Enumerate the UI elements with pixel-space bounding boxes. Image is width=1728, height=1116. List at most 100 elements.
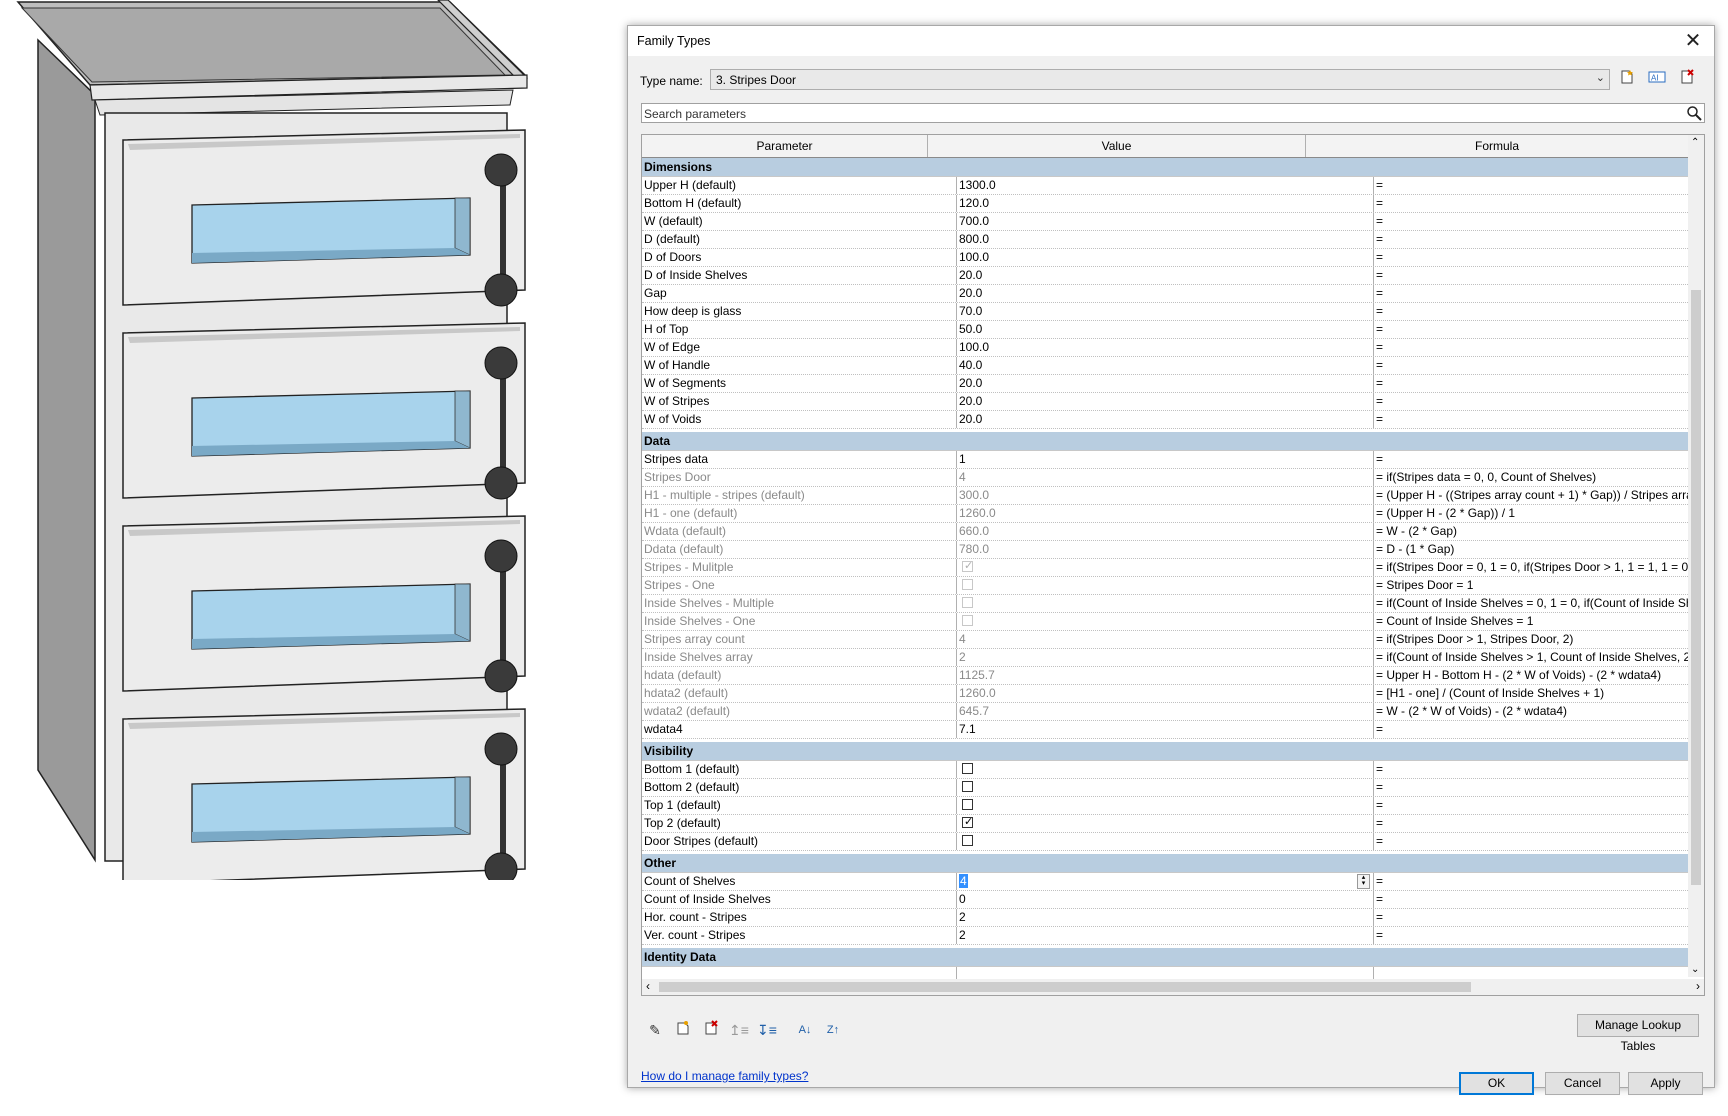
parameter-row[interactable]: Count of Shelves 4 ▴ ▾ = [642,873,1688,891]
group-header[interactable]: Identity Data [642,948,1688,967]
parameter-checkbox[interactable] [962,763,973,775]
search-icon[interactable] [1686,105,1702,121]
group-header[interactable]: Visibility [642,742,1688,761]
vertical-scrollbar[interactable]: ⌃ ⌄ [1688,135,1704,977]
parameter-row[interactable]: H of Top 50.0 = [642,321,1688,339]
column-header-parameter[interactable]: Parameter [642,135,928,157]
parameter-formula[interactable]: = [1374,761,1688,778]
new-parameter-icon[interactable] [672,1020,694,1040]
parameter-row[interactable]: D of Inside Shelves 20.0 = [642,267,1688,285]
value-edit-field[interactable]: 4 [959,874,968,888]
parameter-row[interactable]: Ver. count - Stripes 2 = [642,927,1688,945]
apply-button[interactable]: Apply [1628,1072,1703,1095]
hscroll-thumb[interactable] [659,982,1471,992]
parameter-value[interactable]: 20.0 [957,411,1374,428]
parameter-formula[interactable]: = [1374,213,1688,230]
parameter-value[interactable] [957,833,1374,850]
move-up-icon[interactable]: ↥≡ [728,1020,750,1040]
search-parameters-input[interactable]: Search parameters [641,103,1705,123]
parameter-formula[interactable]: = [1374,375,1688,392]
delete-type-icon[interactable] [1676,69,1698,91]
parameter-row[interactable]: W of Voids 20.0 = [642,411,1688,429]
manage-lookup-tables-button[interactable]: Manage Lookup Tables [1577,1014,1699,1053]
parameter-value[interactable]: 120.0 [957,195,1374,212]
parameter-formula[interactable]: = [1374,833,1688,850]
scroll-right-icon[interactable]: › [1696,979,1700,993]
parameter-row[interactable]: Ddata (default) 780.0 = D - (1 * Gap) [642,541,1688,559]
parameter-checkbox[interactable]: ✓ [962,816,973,829]
parameter-value[interactable]: 20.0 [957,267,1374,284]
parameter-row[interactable]: H1 - multiple - stripes (default) 300.0 = … [642,487,1688,505]
parameter-value[interactable] [957,797,1374,814]
parameter-formula[interactable]: = [1374,797,1688,814]
parameter-row[interactable]: Wdata (default) 660.0 = W - (2 * Gap) [642,523,1688,541]
type-name-dropdown[interactable]: 3. Stripes Door ⌄ [710,69,1610,90]
close-icon[interactable]: ✕ [1680,28,1706,54]
column-header-value[interactable]: Value [928,135,1306,157]
scroll-up-icon[interactable]: ⌃ [1691,137,1699,148]
parameter-formula[interactable]: = [1374,303,1688,320]
rename-type-icon[interactable]: AI [1646,69,1668,91]
parameter-row[interactable]: hdata (default) 1125.7 = Upper H - Bottom … [642,667,1688,685]
parameter-value[interactable]: 100.0 [957,249,1374,266]
parameter-checkbox[interactable] [962,799,973,811]
parameter-formula[interactable]: = [1374,177,1688,194]
parameter-row[interactable]: Top 2 (default) ✓ = [642,815,1688,833]
parameter-formula[interactable]: = [1374,779,1688,796]
delete-parameter-icon[interactable] [700,1020,722,1040]
parameter-value[interactable]: 1 [957,451,1374,468]
parameter-row[interactable]: wdata2 (default) 645.7 = W - (2 * W of Voi… [642,703,1688,721]
parameter-formula[interactable]: = [1374,267,1688,284]
parameter-row[interactable]: Bottom H (default) 120.0 = [642,195,1688,213]
edit-parameter-icon[interactable]: ✎ [644,1020,666,1040]
parameter-row[interactable]: D of Doors 100.0 = [642,249,1688,267]
parameter-value[interactable]: 2 [957,927,1374,944]
scroll-down-icon[interactable]: ⌄ [1691,964,1699,975]
parameter-formula[interactable]: = [1374,339,1688,356]
parameter-row[interactable]: Stripes Door 4 = if(Stripes data = 0, 0, C… [642,469,1688,487]
parameter-row[interactable]: Bottom 1 (default) = [642,761,1688,779]
scroll-left-icon[interactable]: ‹ [646,979,650,993]
column-header-formula[interactable]: Formula [1306,135,1688,157]
parameter-value[interactable]: 40.0 [957,357,1374,374]
parameter-formula[interactable]: = [1374,927,1688,944]
sort-ascending-icon[interactable]: A↓ [794,1020,816,1040]
parameter-formula[interactable]: = [1374,891,1688,908]
parameter-row[interactable]: Gap 20.0 = [642,285,1688,303]
parameter-row[interactable]: D (default) 800.0 = [642,231,1688,249]
parameter-value[interactable]: 50.0 [957,321,1374,338]
parameter-row[interactable]: Top 1 (default) = [642,797,1688,815]
parameter-formula[interactable]: = [1374,357,1688,374]
parameter-value[interactable]: 800.0 [957,231,1374,248]
parameter-row[interactable]: Inside Shelves array 2 = if(Count of Insid… [642,649,1688,667]
parameter-row[interactable]: W of Stripes 20.0 = [642,393,1688,411]
parameter-row[interactable]: wdata4 7.1 = [642,721,1688,739]
parameter-value[interactable]: 20.0 [957,375,1374,392]
parameter-formula[interactable]: = [1374,909,1688,926]
parameter-value[interactable]: 700.0 [957,213,1374,230]
parameter-row[interactable]: hdata2 (default) 1260.0 = [H1 - one] / (Co… [642,685,1688,703]
move-down-icon[interactable]: ↧≡ [756,1020,778,1040]
parameter-row[interactable]: Stripes array count 4 = if(Stripes Door > … [642,631,1688,649]
parameter-value[interactable]: 0 [957,891,1374,908]
parameter-row[interactable]: Count of Inside Shelves 0 = [642,891,1688,909]
parameter-checkbox[interactable] [962,781,973,793]
group-header[interactable]: Dimensions [642,158,1688,177]
parameter-formula[interactable]: = [1374,873,1688,890]
parameter-formula[interactable]: = [1374,721,1688,738]
parameter-formula[interactable]: = [1374,231,1688,248]
sort-descending-icon[interactable]: Z↑ [822,1020,844,1040]
parameter-value[interactable]: 20.0 [957,393,1374,410]
parameter-row[interactable]: Inside Shelves - One = Count of Inside Sh… [642,613,1688,631]
parameter-value[interactable]: 20.0 [957,285,1374,302]
parameter-value[interactable]: 2 [957,909,1374,926]
parameter-row[interactable]: Stripes - Mulitple ✓ = if(Stripes Door = 0… [642,559,1688,577]
parameter-value[interactable]: 4 ▴ ▾ [957,873,1374,890]
parameter-formula[interactable]: = [1374,249,1688,266]
group-header[interactable]: Other [642,854,1688,873]
parameter-value[interactable]: ✓ [957,815,1374,832]
parameter-formula[interactable]: = [1374,195,1688,212]
new-type-icon[interactable] [1616,69,1638,91]
group-header[interactable]: Data [642,432,1688,451]
parameter-row[interactable]: W of Segments 20.0 = [642,375,1688,393]
